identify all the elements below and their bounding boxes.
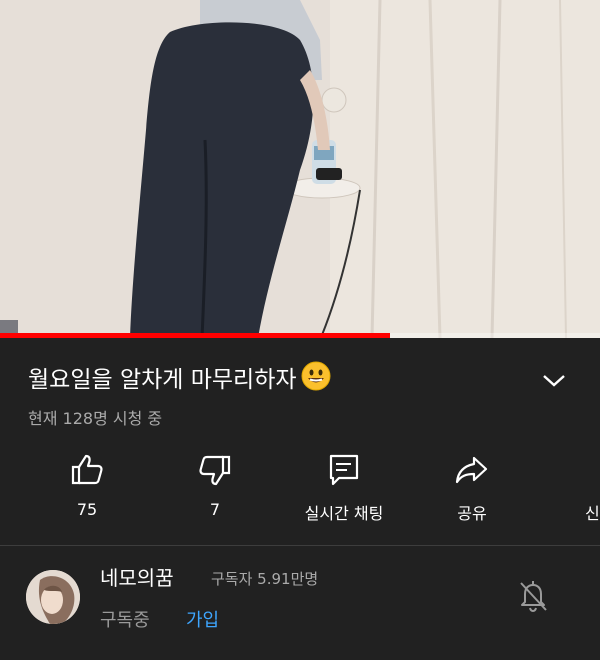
save-label: 신 xyxy=(585,504,600,523)
action-bar: 75 7 실시간 채팅 공유 신 xyxy=(0,450,600,530)
dislike-button[interactable]: 7 xyxy=(155,450,275,530)
thumbs-down-icon xyxy=(199,455,231,486)
live-chat-button[interactable]: 실시간 채팅 xyxy=(284,450,404,530)
like-button[interactable]: 75 xyxy=(27,450,147,530)
video-title-row[interactable]: 월요일을 알차게 마무리하자 xyxy=(28,360,576,400)
share-label: 공유 xyxy=(457,504,487,523)
video-frame xyxy=(0,0,600,338)
live-viewer-count: 현재 128명 시청 중 xyxy=(28,409,163,428)
video-title: 월요일을 알차게 마무리하자 xyxy=(28,361,331,393)
like-count: 75 xyxy=(76,500,98,519)
subscribed-status[interactable]: 구독중 xyxy=(100,606,150,632)
video-player[interactable] xyxy=(0,0,600,338)
channel-avatar[interactable] xyxy=(26,570,80,624)
share-button[interactable]: 공유 xyxy=(412,450,532,530)
progress-bar[interactable] xyxy=(0,333,600,338)
join-button[interactable]: 가입 xyxy=(186,606,219,632)
thumbs-up-icon xyxy=(71,454,103,485)
dislike-count: 7 xyxy=(209,500,221,519)
live-chat-label: 실시간 채팅 xyxy=(304,504,384,523)
channel-row[interactable]: 네모의꿈 구독자 5.91만명 구독중 가입 xyxy=(0,546,600,660)
progress-fill xyxy=(0,333,390,338)
share-icon xyxy=(455,456,488,484)
channel-name[interactable]: 네모의꿈 xyxy=(100,562,174,591)
save-icon xyxy=(572,450,600,490)
chat-icon xyxy=(329,454,359,486)
save-button[interactable]: 신 xyxy=(532,450,600,530)
subscriber-count: 구독자 5.91만명 xyxy=(211,570,319,588)
notifications-off-icon[interactable] xyxy=(516,578,550,614)
avatar-image xyxy=(26,570,80,624)
smiling-face-emoji-icon xyxy=(301,361,331,391)
chevron-down-icon[interactable] xyxy=(538,366,570,394)
